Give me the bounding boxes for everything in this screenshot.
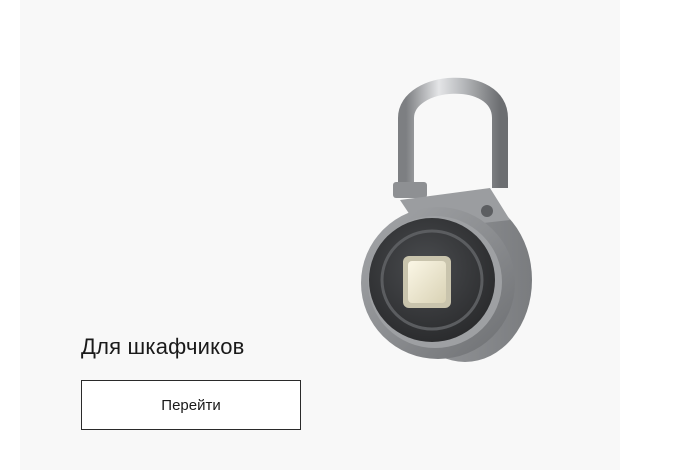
- fingerprint-padlock-image: [361, 77, 532, 362]
- page: Для шкафчиков Перейти: [0, 0, 694, 470]
- card-title: Для шкафчиков: [81, 334, 245, 359]
- go-button[interactable]: Перейти: [81, 380, 301, 430]
- category-card[interactable]: Для шкафчиков Перейти: [20, 0, 620, 470]
